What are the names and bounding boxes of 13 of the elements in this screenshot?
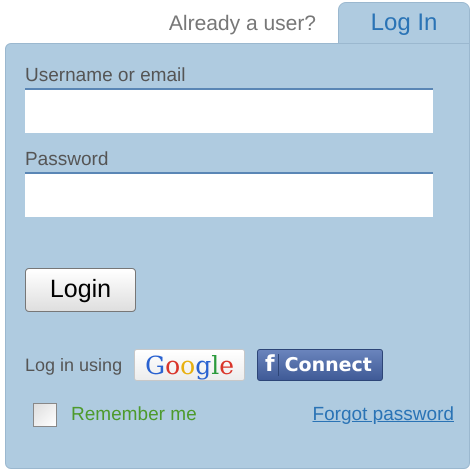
field-label: Password: [25, 148, 110, 172]
already-user-text: Already a user?: [168, 10, 316, 36]
facebook-connect-button[interactable]: f Connect: [257, 349, 383, 381]
remember-me-label: Remember me: [71, 403, 197, 427]
log-in-tab[interactable]: Log In: [338, 2, 470, 43]
field-label: Username or email: [25, 64, 186, 88]
forgot-password-link[interactable]: Forgot password: [312, 401, 454, 430]
input-field[interactable]: [25, 88, 433, 133]
login-button[interactable]: Login: [25, 268, 136, 312]
remember-checkbox[interactable]: [33, 403, 57, 428]
log-in-using-text: Log in using: [25, 354, 122, 377]
google-login-button[interactable]: Google: [134, 349, 245, 381]
input-field[interactable]: [25, 172, 433, 217]
